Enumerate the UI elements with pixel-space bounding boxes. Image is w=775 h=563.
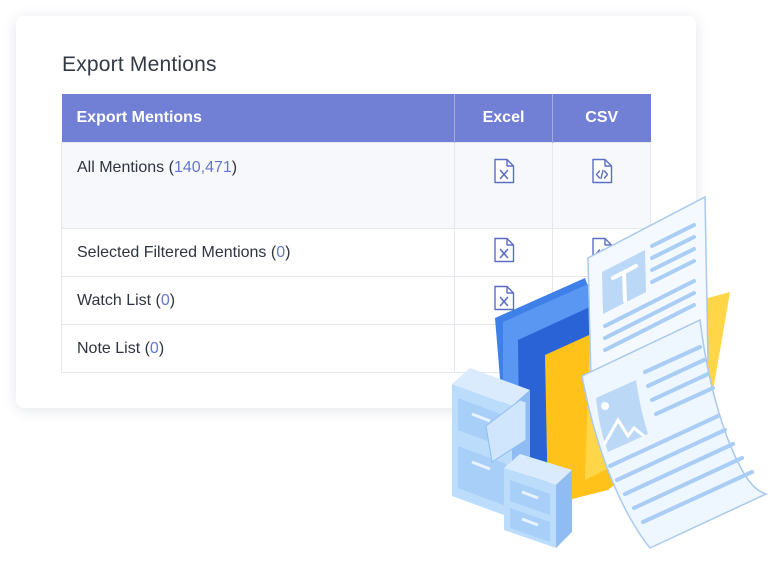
paren-close: ) xyxy=(158,339,165,357)
row-label-cell: Selected Filtered Mentions (0) xyxy=(61,228,455,277)
paren-close: ) xyxy=(285,243,291,261)
row-label-cell: All Mentions (140,471) xyxy=(61,142,455,229)
row-label-cell: Note List (0) xyxy=(61,324,455,373)
column-header-export-mentions: Export Mentions xyxy=(61,94,455,143)
row-label: Selected Filtered Mentions xyxy=(77,243,267,261)
table-header-row: Export Mentions Excel CSV xyxy=(61,94,651,143)
paren-close: ) xyxy=(169,291,176,309)
mention-count: 0 xyxy=(160,291,170,309)
mention-count: 0 xyxy=(276,243,286,261)
file-cabinet-documents-illustration xyxy=(452,195,769,549)
mention-count: 0 xyxy=(149,339,159,357)
row-label: Watch List xyxy=(77,291,152,309)
column-header-excel: Excel xyxy=(454,94,553,143)
panel-title: Export Mentions xyxy=(62,53,217,76)
paren-close: ) xyxy=(231,159,238,176)
excel-file-icon[interactable] xyxy=(493,158,515,184)
csv-file-icon[interactable] xyxy=(591,158,613,184)
row-label: All Mentions xyxy=(77,159,165,176)
row-label-cell: Watch List (0) xyxy=(61,276,455,325)
row-label: Note List xyxy=(77,339,141,357)
column-header-csv: CSV xyxy=(552,94,651,143)
small-file-cabinet-icon xyxy=(504,454,572,548)
mention-count: 140,471 xyxy=(173,159,232,176)
